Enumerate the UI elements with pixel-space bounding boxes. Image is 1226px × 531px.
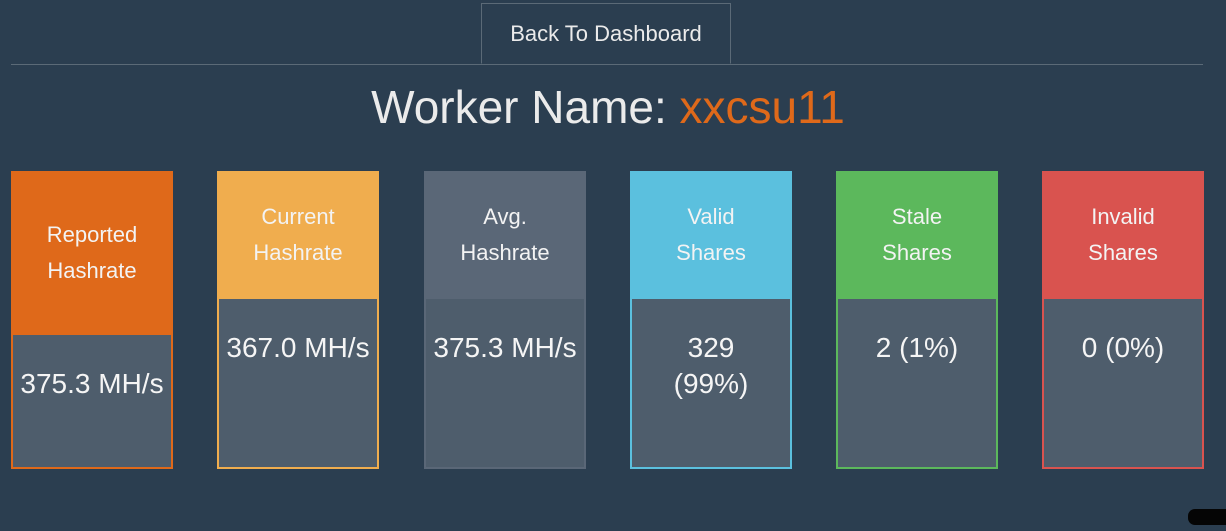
card-header: Valid Shares <box>630 171 792 299</box>
card-value-panel: 0 (0%) <box>1042 299 1204 469</box>
card-value: 0 (0%) <box>1081 332 1165 363</box>
card-value-panel: 2 (1%) <box>836 299 998 469</box>
card-value: 375.3 MH/s <box>20 368 164 399</box>
card-value: 367.0 MH/s <box>226 332 370 363</box>
card-value: 2 (1%) <box>875 332 959 363</box>
stale-shares-card: Stale Shares 2 (1%) <box>836 171 998 469</box>
card-header: Avg. Hashrate <box>424 171 586 299</box>
reported-hashrate-card: Reported Hashrate 375.3 MH/s <box>11 171 173 469</box>
worker-name: xxcsu11 <box>679 81 845 133</box>
valid-shares-card: Valid Shares 329 (99%) <box>630 171 792 469</box>
worker-name-prefix: Worker Name: <box>371 81 667 133</box>
card-value-panel: 375.3 MH/s <box>424 299 586 469</box>
invalid-shares-card: Invalid Shares 0 (0%) <box>1042 171 1204 469</box>
page-title: Worker Name: xxcsu11 <box>0 76 1216 138</box>
card-header: Reported Hashrate <box>11 171 173 335</box>
card-label: Stale Shares <box>882 204 952 265</box>
card-label: Current Hashrate <box>253 204 343 265</box>
card-header: Current Hashrate <box>217 171 379 299</box>
card-label: Invalid Shares <box>1088 204 1158 265</box>
card-value-panel: 375.3 MH/s <box>11 335 173 469</box>
card-header: Invalid Shares <box>1042 171 1204 299</box>
tab-bar: Back To Dashboard <box>11 0 1203 65</box>
card-value-panel: 367.0 MH/s <box>217 299 379 469</box>
back-to-dashboard-tab[interactable]: Back To Dashboard <box>481 3 731 64</box>
corner-widget <box>1188 509 1226 525</box>
avg-hashrate-card: Avg. Hashrate 375.3 MH/s <box>424 171 586 469</box>
card-label: Valid Shares <box>676 204 746 265</box>
current-hashrate-card: Current Hashrate 367.0 MH/s <box>217 171 379 469</box>
card-label: Reported Hashrate <box>46 222 138 283</box>
card-value-panel: 329 (99%) <box>630 299 792 469</box>
card-header: Stale Shares <box>836 171 998 299</box>
card-value: 329 (99%) <box>673 332 749 399</box>
card-label: Avg. Hashrate <box>460 204 550 265</box>
card-value: 375.3 MH/s <box>433 332 577 363</box>
